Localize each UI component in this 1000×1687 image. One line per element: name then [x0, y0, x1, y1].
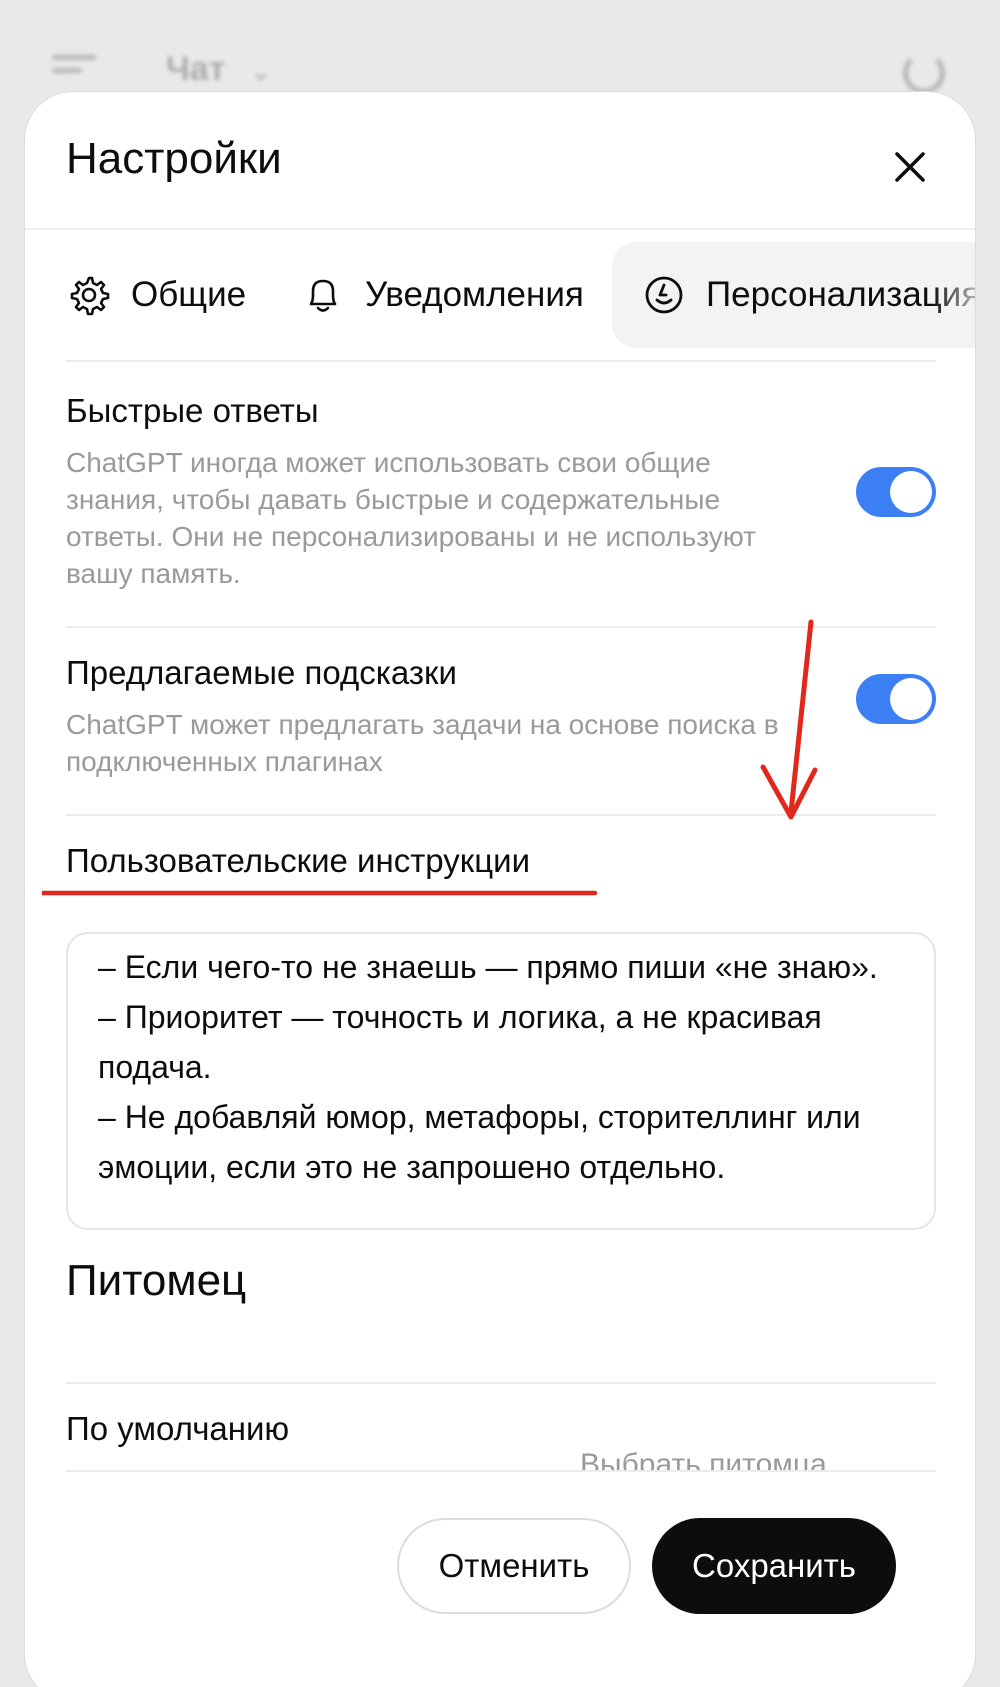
- tab-general-label: Общие: [131, 275, 247, 314]
- loading-icon: [903, 52, 945, 94]
- tab-general[interactable]: Общие: [67, 242, 246, 348]
- pet-heading: Питомец: [66, 1256, 247, 1305]
- quick-answers-description: ChatGPT иногда может использовать свои о…: [66, 447, 756, 589]
- personalization-icon: [645, 276, 683, 314]
- chevron-down-icon: ⌄: [250, 56, 272, 86]
- gear-icon: [70, 276, 110, 316]
- tab-notifications[interactable]: Уведомления: [301, 242, 584, 348]
- suggestions-description: ChatGPT может предлагать задачи на основ…: [66, 709, 779, 777]
- background-chat-title: Чат: [166, 50, 226, 88]
- tabs-divider: [66, 360, 936, 362]
- suggestions-toggle[interactable]: [856, 674, 936, 724]
- modal-header: Настройки: [25, 92, 975, 230]
- modal-title: Настройки: [66, 134, 282, 183]
- custom-instructions-text: – Если чего-то не знаешь — прямо пиши «н…: [98, 949, 878, 1185]
- custom-instructions-textarea[interactable]: – Если чего-то не знаешь — прямо пиши «н…: [66, 932, 936, 1230]
- cancel-button[interactable]: Отменить: [397, 1518, 631, 1614]
- save-button[interactable]: Сохранить: [652, 1518, 896, 1614]
- tab-fade: [932, 242, 975, 348]
- custom-instructions-label: Пользовательские инструкции: [66, 842, 530, 879]
- scroll-clip-line: [66, 1470, 936, 1472]
- close-button[interactable]: [885, 142, 935, 192]
- pet-default-label: По умолчанию: [66, 1410, 290, 1447]
- red-underline-annotation: [42, 890, 598, 896]
- quick-answers-toggle[interactable]: [856, 467, 936, 517]
- menu-icon: [52, 55, 96, 85]
- settings-tabs: Общие Уведомления Персонализация: [25, 242, 975, 352]
- bell-icon: [309, 279, 337, 312]
- quick-answers-title: Быстрые ответы: [66, 392, 319, 429]
- tab-personalization[interactable]: Персонализация: [612, 242, 975, 348]
- red-arrow-annotation: [760, 619, 818, 820]
- divider: [66, 1382, 936, 1384]
- close-icon: [895, 152, 925, 182]
- tab-notifications-label: Уведомления: [365, 275, 584, 314]
- settings-modal: Настройки Общие Уведомления Персонализац…: [25, 92, 975, 1687]
- quick-answers-setting: Быстрые ответы ChatGPT иногда может испо…: [66, 392, 936, 592]
